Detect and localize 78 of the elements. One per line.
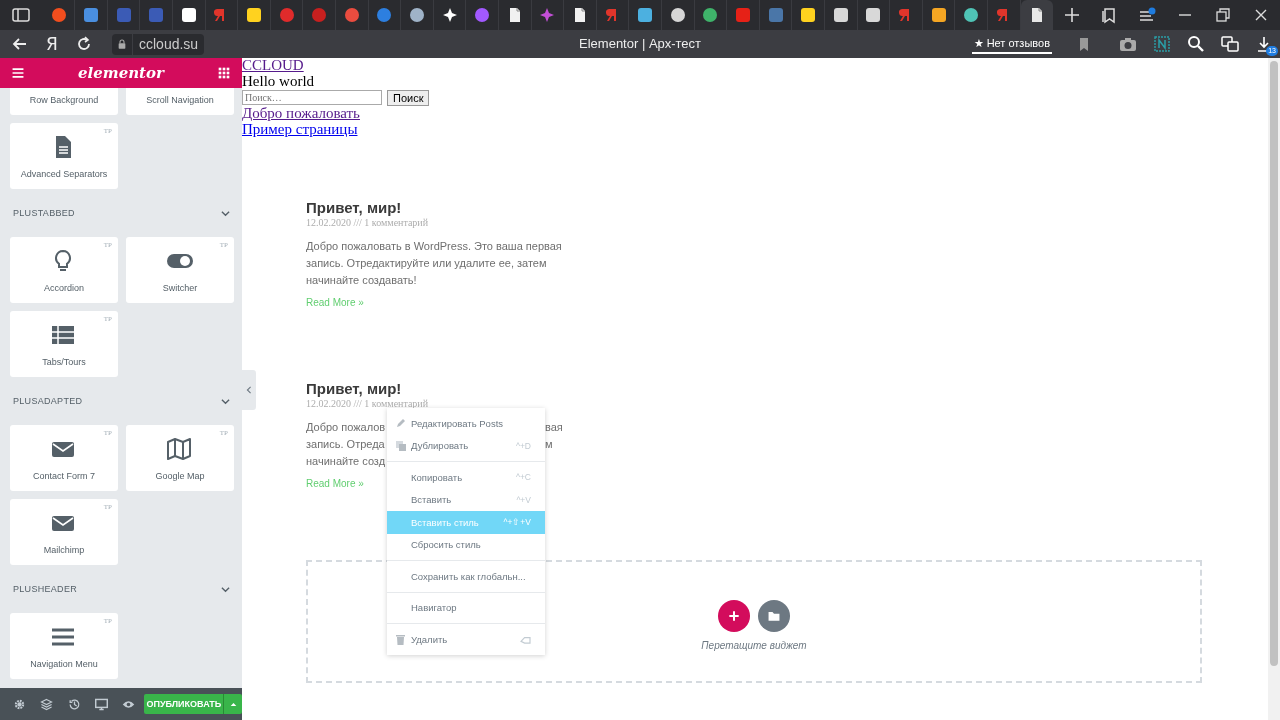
home-button[interactable]: Я [36, 30, 68, 58]
excerpt-fragment: м [545, 437, 554, 452]
widget-label: Advanced Separators [20, 169, 108, 179]
post-title[interactable]: Привет, мир! [306, 380, 586, 397]
pencil-icon [396, 418, 406, 429]
caret-icon [229, 700, 237, 708]
widget-label: Accordion [44, 283, 84, 293]
menu-icon [1138, 6, 1156, 24]
elementor-logo: elementor [78, 64, 164, 82]
section-header[interactable]: PLUSHEADER [0, 575, 242, 603]
eraser-icon [520, 634, 531, 644]
nav-link[interactable]: Пример страницы [242, 121, 358, 137]
excerpt-fragment: вая [545, 420, 564, 435]
section-header[interactable]: PLUSTABBED [0, 199, 242, 227]
widget-card[interactable]: Scroll Navigation [126, 88, 234, 115]
add-template-button[interactable] [758, 600, 790, 632]
plus-icon [727, 609, 741, 623]
camera-icon [1119, 35, 1137, 53]
post-meta: 12.02.2020 /// 1 комментарий [306, 217, 430, 228]
section-title: PLUSHEADER [13, 584, 78, 594]
widget-label: Contact Form 7 [33, 471, 95, 481]
minimize-icon [1179, 14, 1191, 16]
sidebar-icon [12, 6, 31, 24]
post-title[interactable]: Привет, мир! [306, 199, 586, 216]
restore-icon [1214, 6, 1232, 24]
section-title: PLUSTABBED [13, 208, 75, 218]
trash-icon [396, 633, 405, 645]
address-field[interactable]: ccloud.su [133, 33, 205, 55]
section-header[interactable]: PLUSADAPTED [0, 387, 242, 415]
search-icon [1187, 35, 1205, 53]
widget-label: Scroll Navigation [146, 95, 214, 105]
post-meta: 12.02.2020 /// 1 комментарий [306, 398, 430, 409]
widget-label: Navigation Menu [30, 659, 98, 669]
widget-label: Row Background [29, 95, 99, 105]
reload-icon [75, 35, 93, 53]
menu-item[interactable]: Сбросить стиль [387, 533, 545, 556]
section-title: PLUSADAPTED [13, 396, 83, 406]
menu-item[interactable]: Удалить [387, 628, 545, 651]
search-field[interactable]: Поиск… [242, 90, 382, 105]
page-title: Elementor | Арх-тест [579, 36, 701, 51]
scrollbar[interactable] [1268, 58, 1280, 720]
widget-card[interactable]: Row Background [10, 88, 118, 115]
excerpt-fragment: запись. Отреда [306, 437, 385, 452]
menu-item[interactable]: Сохранить как глобальн... [387, 565, 545, 588]
add-section-button[interactable] [718, 600, 750, 632]
nav-link[interactable]: Добро пожаловать [242, 106, 360, 122]
bookmarks-icon [1100, 6, 1118, 24]
excerpt-fragment: Добро пожалов [306, 420, 386, 435]
extension-icon [1153, 35, 1171, 53]
post-excerpt: Добро пожаловать в WordPress. Это ваша первая запись. Отредактируйте или удалите ее, затем начинайте создавать! [306, 239, 563, 288]
tagline: Hello world [242, 73, 315, 89]
grid-icon [218, 67, 230, 79]
history-icon [67, 697, 81, 711]
lock-icon [116, 38, 128, 50]
duplicate-icon [396, 440, 406, 451]
reviews-button[interactable]: ★ Нет отзывов [971, 34, 1052, 54]
excerpt-fragment: начинайте созд [306, 454, 386, 469]
browser-tab[interactable] [1020, 0, 1054, 30]
folder-icon [767, 609, 781, 623]
widget-label: Google Map [155, 471, 205, 481]
widget-label: Switcher [162, 283, 198, 293]
hamburger-icon [11, 66, 25, 80]
menu-item[interactable]: Редактировать Posts [387, 412, 545, 435]
menu-item[interactable]: Навигатор [387, 596, 545, 619]
monitor-icon [95, 697, 109, 711]
map-icon [167, 437, 193, 461]
search-button[interactable]: Поиск [387, 89, 430, 106]
chevron-left-icon [245, 384, 253, 396]
drop-hint: Перетащите виджет [701, 640, 807, 651]
plus-icon [1062, 6, 1081, 24]
widget-label: Tabs/Tours [42, 357, 86, 367]
site-title-link[interactable]: CCLOUD [242, 58, 304, 74]
layers-icon [40, 697, 54, 711]
widget-label: Mailchimp [43, 545, 85, 555]
tabs-icon [51, 323, 77, 347]
translate-icon [1221, 35, 1239, 53]
publish-options-button[interactable] [223, 694, 243, 714]
settings-icon [13, 697, 27, 711]
